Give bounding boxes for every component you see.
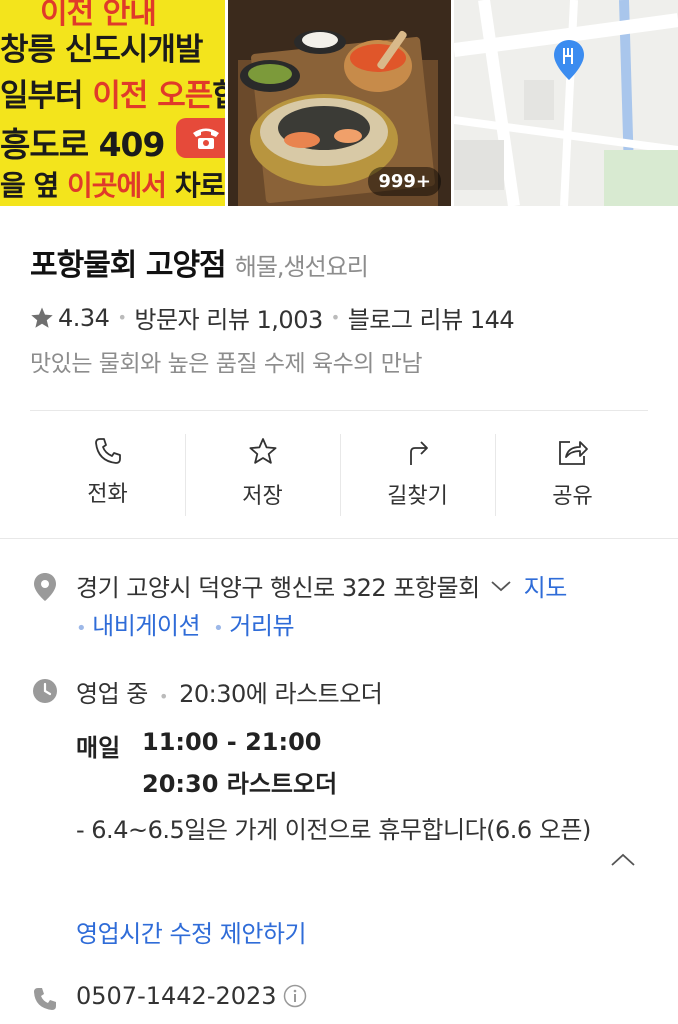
sign-text-part: 이곳에서 [67, 169, 167, 202]
place-description: 맛있는 물회와 높은 품질 수제 육수의 만남 [30, 351, 423, 377]
phone-icon [34, 988, 56, 1010]
street-view-link[interactable]: 거리뷰 [229, 612, 294, 640]
separator-dot: • [117, 308, 127, 327]
sign-text-part: 차로 5분 [174, 169, 225, 202]
sign-text-line: 창릉 신도시개발 [0, 32, 203, 68]
phone-number[interactable]: 0507-1442-2023 [76, 982, 277, 1010]
sign-text-line: 일부터 이전 오픈합니 [0, 70, 225, 115]
address-row: 경기 고양시 덕양구 행신로 322 포항물회 지도 [76, 568, 567, 603]
photo-signboard[interactable]: 이전 안내 창릉 신도시개발 일부터 이전 오픈합니 흥도로 409 을 옆 이… [0, 0, 225, 206]
map-thumbnail[interactable] [454, 0, 678, 206]
rating-value: 4.34 [58, 303, 110, 332]
share-icon [558, 441, 588, 465]
info-icon[interactable] [283, 984, 307, 1008]
star-icon [249, 438, 276, 464]
stats-row: 4.34 • 방문자 리뷰 1,003 • 블로그 리뷰 144 [30, 300, 515, 335]
hours-notice: - 6.4~6.5일은 가게 이전으로 휴무합니다(6.6 오픈) [76, 816, 591, 844]
call-button[interactable]: 전화 [30, 430, 185, 520]
phone-icon [94, 438, 121, 464]
photo-strip: 이전 안내 창릉 신도시개발 일부터 이전 오픈합니 흥도로 409 을 옆 이… [0, 0, 678, 206]
sign-text-line: 을 옆 이곳에서 차로 5분 [0, 164, 225, 204]
sign-text-part: 일부터 [0, 78, 93, 114]
address-links: • 내비게이션 • 거리뷰 [76, 606, 295, 641]
map-link[interactable]: 지도 [524, 568, 568, 603]
telephone-icon [193, 128, 219, 149]
address-text: 경기 고양시 덕양구 행신로 322 포항물회 [76, 574, 480, 602]
sign-text-line: 흥도로 409 [0, 125, 165, 164]
visitor-review-link[interactable]: 방문자 리뷰 1,003 [134, 300, 323, 335]
sign-text-part: 을 옆 [0, 169, 68, 202]
map-pin-icon [554, 40, 584, 80]
map-illustration [454, 0, 678, 206]
share-button-label: 공유 [552, 484, 593, 509]
location-pin-icon [34, 573, 56, 601]
business-status: 영업 중 • 20:30에 라스트오더 [76, 674, 383, 709]
chevron-down-icon[interactable] [490, 579, 512, 593]
divider [30, 410, 648, 411]
separator-dot: • [330, 308, 340, 327]
sign-text-part: 이전 오픈 [92, 78, 213, 114]
place-header: 포항물회 고양점 해물,생선요리 [30, 240, 369, 284]
divider [0, 538, 678, 539]
directions-button[interactable]: 길찾기 [340, 430, 495, 520]
share-button[interactable]: 공유 [495, 430, 650, 520]
hours-day: 매일 [76, 734, 121, 762]
clock-icon [33, 679, 57, 703]
suggest-hours-link[interactable]: 영업시간 수정 제안하기 [76, 914, 307, 949]
place-category: 해물,생선요리 [234, 253, 369, 281]
rating-star-icon [31, 307, 53, 328]
navigation-link[interactable]: 내비게이션 [92, 612, 200, 640]
directions-icon [409, 441, 428, 465]
blog-review-link[interactable]: 블로그 리뷰 144 [348, 300, 515, 335]
separator-dot: • [159, 687, 168, 706]
sign-text-part: 합니 [212, 78, 225, 114]
chevron-up-icon[interactable] [610, 852, 636, 868]
open-status: 영업 중 [76, 680, 148, 708]
separator-dot: • [213, 618, 224, 639]
sign-phone-badge [176, 118, 225, 158]
phone-row: 0507-1442-2023 [76, 982, 307, 1010]
call-button-label: 전화 [87, 482, 128, 507]
directions-button-label: 길찾기 [387, 484, 448, 509]
hours-time: 11:00 - 21:00 [142, 728, 322, 756]
hours-last-order: 20:30 라스트오더 [142, 770, 338, 798]
place-name: 포항물회 고양점 [30, 248, 227, 283]
action-bar: 전화 저장 길찾기 공유 [30, 430, 650, 520]
separator-dot: • [76, 618, 87, 639]
save-button-label: 저장 [242, 484, 283, 509]
last-order-status: 20:30에 라스트오더 [179, 680, 383, 708]
photo-food[interactable]: 999+ [228, 0, 451, 206]
save-button[interactable]: 저장 [185, 430, 340, 520]
photo-count-badge[interactable]: 999+ [368, 167, 441, 196]
